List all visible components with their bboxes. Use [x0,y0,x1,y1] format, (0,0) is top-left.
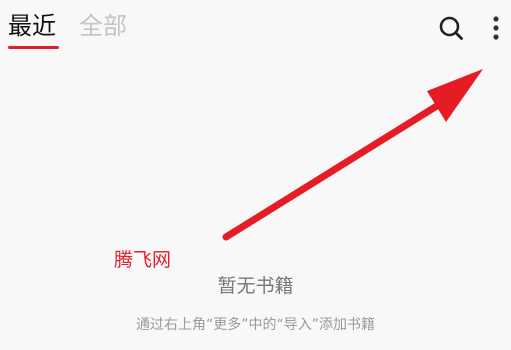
empty-state-title: 暂无书籍 [217,275,294,297]
empty-state-hint: 通过右上角“更多”中的“导入”添加书籍 [135,317,375,333]
watermark-text: 腾飞网 [114,249,172,271]
search-button[interactable] [437,14,465,42]
top-bar: 最近 全部 [0,0,511,56]
search-icon [439,16,463,40]
tab-recent[interactable]: 最近 [8,10,56,42]
more-vertical-icon [493,16,499,40]
active-tab-indicator [8,46,59,49]
tab-all[interactable]: 全部 [79,10,127,42]
more-button[interactable] [482,14,510,42]
